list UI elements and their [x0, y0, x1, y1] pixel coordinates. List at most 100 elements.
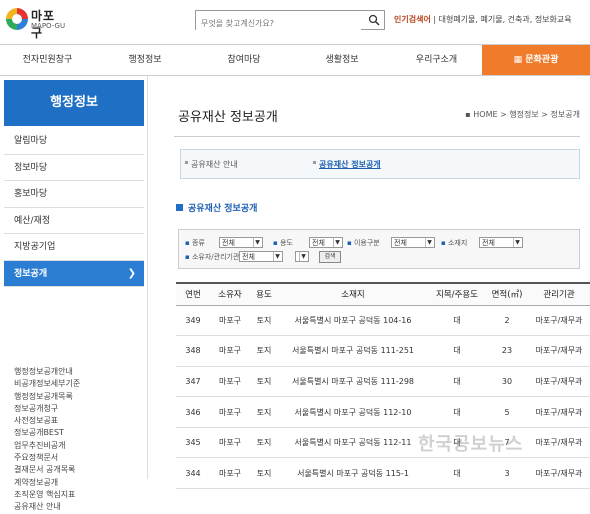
chevron-down-icon: ▼: [273, 252, 281, 261]
property-table: 연번 소유자 용도 소재지 지목/주용도 면적(㎡) 관리기관 349 마포구 …: [176, 282, 590, 490]
sidebar-menu: 알림마당 정보마당 홍보마당 예산/재정 지방공기업 정보공개 ❯: [4, 128, 144, 287]
cell-area: 30: [486, 366, 528, 398]
cell-use: 토지: [250, 396, 278, 428]
gnb-item-admin[interactable]: 행정정보: [95, 45, 195, 75]
page-title: 공유재산 정보공개: [178, 110, 278, 125]
filter-kind-select[interactable]: 전체 ▼: [219, 237, 263, 248]
chevron-down-icon: ▼: [513, 238, 521, 247]
sidebar-item-disclosure[interactable]: 정보공개 ❯: [4, 260, 144, 287]
sidebar-item-pr[interactable]: 홍보마당: [4, 181, 144, 208]
submenu-item[interactable]: 비공개정보세부기준: [14, 378, 144, 390]
content-tabs: 공유재산 안내 공유재산 정보공개: [180, 149, 580, 179]
sidebar-item-public-corp[interactable]: 지방공기업: [4, 234, 144, 261]
cell-no: 347: [176, 366, 210, 398]
cell-use: 토지: [250, 305, 278, 337]
submenu-item[interactable]: 정보공개BEST: [14, 427, 144, 439]
mapo-logo[interactable]: 마포구 MAPO-GU: [6, 6, 66, 40]
cell-use: 토지: [250, 335, 278, 367]
section-title: 공유재산 정보공개: [176, 201, 257, 214]
cell-area: 23: [486, 335, 528, 367]
chevron-down-icon: ▼: [299, 252, 307, 261]
cell-area: 5: [486, 396, 528, 428]
cell-manager: 마포구/재무과: [528, 305, 590, 337]
gnb-item-about[interactable]: 우리구소개: [391, 45, 482, 75]
submenu-item[interactable]: 결재문서 공개목록: [14, 464, 144, 476]
cell-category: 대: [428, 335, 486, 367]
cell-manager: 마포구/재무과: [528, 396, 590, 428]
gnb-item-civil[interactable]: 전자민원창구: [0, 45, 95, 75]
section-bullet-icon: [176, 204, 183, 211]
cell-no: 348: [176, 335, 210, 367]
top-header: 마포구 MAPO-GU 인기검색어 | 대형폐기물, 폐기물, 건축과, 정보화…: [0, 0, 590, 42]
global-nav: 전자민원창구 행정정보 참여마당 생활정보 우리구소개 ▦ 문화관광: [0, 44, 590, 76]
popular-keywords: 인기검색어 | 대형폐기물, 폐기물, 건축과, 정보화교육: [394, 14, 572, 25]
filter-use-select[interactable]: 전체 ▼: [309, 237, 343, 248]
search-icon[interactable]: [368, 14, 380, 26]
submenu-item[interactable]: 업무추진비공개: [14, 440, 144, 452]
cell-no: 344: [176, 457, 210, 490]
bullet-icon: [313, 161, 316, 164]
cell-owner: 마포구: [210, 335, 250, 367]
submenu-item[interactable]: 사전정보공표: [14, 415, 144, 427]
popular-list[interactable]: | 대형폐기물, 폐기물, 건축과, 정보화교육: [433, 15, 571, 24]
submenu-item[interactable]: 조직운영 핵심지표: [14, 489, 144, 501]
search-input[interactable]: [196, 14, 361, 33]
cell-no: 346: [176, 396, 210, 428]
divider: [174, 136, 580, 137]
breadcrumb: ▪ HOME > 행정정보 > 정보공개: [465, 109, 580, 120]
sidebar-item-notice[interactable]: 알림마당: [4, 128, 144, 155]
logo-sub: MAPO-GU: [31, 22, 66, 30]
chevron-down-icon: ▼: [333, 238, 341, 247]
gnb-item-participation[interactable]: 참여마당: [195, 45, 293, 75]
cell-owner: 마포구: [210, 396, 250, 428]
col-category: 지목/주용도: [428, 282, 486, 306]
cell-area: 2: [486, 305, 528, 337]
submenu-item[interactable]: 주요정책문서: [14, 452, 144, 464]
culture-icon: ▦: [513, 55, 526, 65]
table-row[interactable]: 344 마포구 토지 서울특별시 마포구 공덕동 115-1 대 3 마포구/재…: [176, 457, 590, 490]
table-row[interactable]: 349 마포구 토지 서울특별시 마포구 공덕동 104-16 대 2 마포구/…: [176, 305, 590, 337]
tab-disclosure[interactable]: 공유재산 정보공개: [319, 159, 381, 170]
search-button[interactable]: 검색: [319, 251, 341, 263]
cell-no: 349: [176, 305, 210, 337]
cell-owner: 마포구: [210, 457, 250, 490]
breadcrumb-text[interactable]: HOME > 행정정보 > 정보공개: [473, 110, 580, 119]
submenu-item[interactable]: 공유재산 안내: [14, 501, 144, 513]
cell-category: 대: [428, 457, 486, 490]
cell-category: 대: [428, 366, 486, 398]
left-sidebar: 행정정보 알림마당 정보마당 홍보마당 예산/재정 지방공기업 정보공개 ❯ 행…: [0, 76, 148, 511]
submenu-item[interactable]: 정보공개청구: [14, 403, 144, 415]
chevron-down-icon: ▼: [253, 238, 261, 247]
cell-owner: 마포구: [210, 305, 250, 337]
cell-manager: 마포구/재무과: [528, 366, 590, 398]
table-row[interactable]: 346 마포구 토지 서울특별시 마포구 공덕동 112-10 대 5 마포구/…: [176, 396, 590, 428]
submenu-item[interactable]: 행정정보공개목록: [14, 391, 144, 403]
filter-loc-select[interactable]: 전체 ▼: [479, 237, 523, 248]
sidebar-item-info[interactable]: 정보마당: [4, 155, 144, 181]
search-filter: ▪ 종류 전체 ▼ ▪ 용도 전체 ▼ ▪ 이용구분 전체 ▼ ▪ 소재지 전체 ▼ ▪…: [178, 229, 580, 269]
cell-manager: 마포구/재무과: [528, 457, 590, 490]
sidebar-title: 행정정보: [4, 80, 144, 126]
search-box: [195, 10, 385, 33]
filter-loc-label: ▪ 소재지: [441, 239, 468, 247]
filter-owner-sub-select[interactable]: ▼: [295, 251, 309, 262]
cell-location: 서울특별시 마포구 공덕동 115-1: [278, 457, 428, 490]
bullet-icon: [185, 161, 188, 164]
gnb-item-culture[interactable]: ▦ 문화관광: [482, 45, 590, 75]
table-row[interactable]: 347 마포구 토지 서울특별시 마포구 공덕동 111-298 대 30 마포…: [176, 366, 590, 398]
table-row[interactable]: 348 마포구 토지 서울특별시 마포구 공덕동 111-251 대 23 마포…: [176, 335, 590, 367]
col-no: 연번: [176, 282, 210, 306]
filter-move-select[interactable]: 전체 ▼: [391, 237, 435, 248]
gnb-item-living[interactable]: 생활정보: [293, 45, 391, 75]
cell-location: 서울특별시 마포구 공덕동 112-10: [278, 396, 428, 428]
filter-owner-select[interactable]: 전체 ▼: [239, 251, 283, 262]
submenu-item[interactable]: 행정정보공개안내: [14, 366, 144, 378]
table-row[interactable]: 345 마포구 토지 서울특별시 마포구 공덕동 112-11 대 7 마포구/…: [176, 427, 590, 459]
cell-location: 서울특별시 마포구 공덕동 111-251: [278, 335, 428, 367]
sidebar-item-budget[interactable]: 예산/재정: [4, 208, 144, 234]
cell-manager: 마포구/재무과: [528, 335, 590, 367]
tab-guide[interactable]: 공유재산 안내: [191, 159, 238, 170]
chevron-right-icon: ❯: [127, 267, 136, 279]
logo-mark-icon: [6, 8, 28, 30]
filter-use-label: ▪ 용도: [273, 239, 293, 247]
